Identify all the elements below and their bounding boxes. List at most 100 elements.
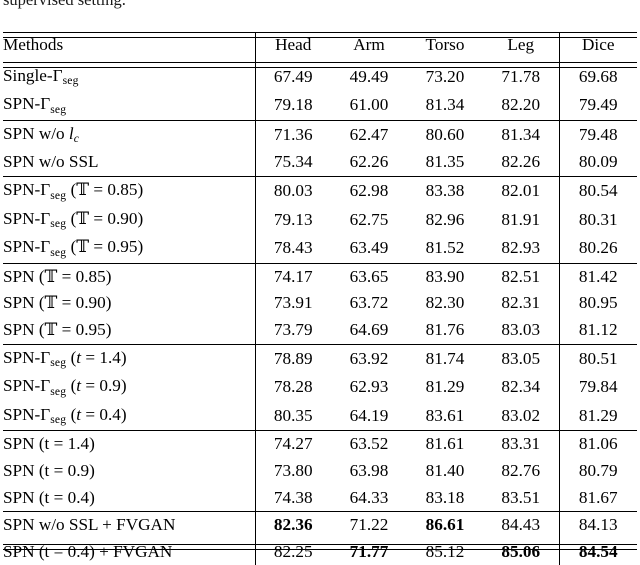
metric-cell-torso: 81.52 <box>425 238 465 258</box>
metric-cell-torso: 83.61 <box>425 405 465 425</box>
method-label: SPN-Γseg (𝕋 = 0.95) <box>3 234 256 264</box>
metric-cell-leg: 83.51 <box>501 487 541 507</box>
threshold-variable: t <box>76 347 82 367</box>
table-row: SPN-Γseg (t = 1.4) 78.89 63.92 81.74 83.05 80… <box>3 343 637 374</box>
metric-cell-torso: 81.74 <box>407 343 483 374</box>
metric-cell-head: 73.80 <box>273 460 313 480</box>
method-label: SPN w/o SSL <box>3 149 256 177</box>
method-label: SPN (t = 0.9) <box>3 457 256 485</box>
metric-cell-leg: 82.51 <box>483 262 559 291</box>
metric-cell-torso: 81.40 <box>425 460 465 480</box>
method-label: SPN (t = 1.4) <box>3 430 256 458</box>
method-label: SPN-Γseg (t = 1.4) <box>3 343 256 374</box>
metric-cell-torso: 83.90 <box>407 262 483 291</box>
metric-cell-head: 73.91 <box>273 293 313 313</box>
method-subscript: seg <box>62 74 79 88</box>
metric-cell-leg: 82.76 <box>501 460 541 480</box>
metric-cell-torso: 82.30 <box>425 293 465 313</box>
table-row: Single-Γseg 67.49 49.49 73.20 71.78 69.68 <box>3 62 637 92</box>
metric-cell-torso: 83.38 <box>407 175 483 206</box>
method-subscript: seg <box>50 102 67 116</box>
metric-cell-arm: 62.98 <box>331 175 407 206</box>
metric-cell-dice: 80.51 <box>558 343 637 374</box>
metric-cell-leg: 83.03 <box>501 319 541 339</box>
method-label: SPN-Γseg (t = 0.4) <box>3 401 256 431</box>
table-row: SPN (𝕋 = 0.90) 73.91 63.72 82.30 82.31 80.95 <box>3 290 637 317</box>
metric-cell-dice: 80.09 <box>558 149 637 177</box>
method-label: SPN-Γseg (t = 0.9) <box>3 373 256 402</box>
column-header-methods: Methods <box>3 32 256 59</box>
method-label: SPN w/o SSL + FVGAN <box>3 511 256 539</box>
method-label: SPN (𝕋 = 0.95) <box>3 316 256 345</box>
metric-cell-leg: 81.34 <box>483 119 559 150</box>
metric-cell-arm: 63.65 <box>331 262 407 291</box>
method-subscript: seg <box>50 356 67 370</box>
metric-cell-head: 79.18 <box>273 95 313 115</box>
metric-cell-dice: 79.84 <box>558 373 637 402</box>
table-row: SPN w/o lc 71.36 62.47 80.60 81.34 79.48 <box>3 119 637 150</box>
metric-cell-dice: 81.67 <box>558 484 637 512</box>
metric-cell-torso: 83.18 <box>425 487 465 507</box>
metric-cell-head: 82.25 <box>273 541 313 561</box>
cutoff-caption-text: supervised setting. <box>3 0 303 9</box>
results-table-container: Methods Head Arm Torso Leg Dice Single-Γseg 67.… <box>3 32 637 565</box>
method-label: Single-Γseg <box>3 62 256 92</box>
metric-cell-torso: 81.61 <box>407 430 483 458</box>
metric-cell-leg: 82.20 <box>501 95 541 115</box>
loss-subscript: c <box>73 132 80 146</box>
metric-cell-head: 82.36 <box>255 511 331 539</box>
table-row: SPN (t = 0.4) + FVGAN 82.25 71.77 85.12 85.0… <box>3 538 637 565</box>
method-label: SPN-Γseg (𝕋 = 0.90) <box>3 205 256 235</box>
table-row: SPN-Γseg (t = 0.9) 78.28 62.93 81.29 82.34 79… <box>3 373 637 402</box>
table-row: SPN (t = 0.9) 73.80 63.98 81.40 82.76 80.79 <box>3 457 637 485</box>
threshold-variable: t <box>76 376 82 396</box>
method-label: SPN (t = 0.4) <box>3 484 256 512</box>
metric-cell-arm: 71.77 <box>349 541 389 561</box>
metric-cell-leg: 82.93 <box>501 238 541 258</box>
metric-cell-leg: 82.34 <box>501 377 541 397</box>
table-row: SPN (t = 0.4) 74.38 64.33 83.18 83.51 81.67 <box>3 484 637 512</box>
table-row: SPN w/o SSL + FVGAN 82.36 71.22 86.61 84.43 8… <box>3 511 637 539</box>
metric-cell-dice: 79.48 <box>558 119 637 150</box>
metric-cell-arm: 49.49 <box>349 66 389 86</box>
metric-cell-arm: 64.69 <box>349 319 389 339</box>
metric-cell-leg: 81.91 <box>501 209 541 229</box>
metric-cell-dice: 84.54 <box>558 538 637 565</box>
metric-cell-head: 78.43 <box>273 238 313 258</box>
column-header-arm: Arm <box>353 35 385 54</box>
metric-cell-dice: 81.42 <box>558 262 637 291</box>
table-row: SPN-Γseg 79.18 61.00 81.34 82.20 79.49 <box>3 91 637 121</box>
table-row: SPN w/o SSL 75.34 62.26 81.35 82.26 80.09 <box>3 149 637 177</box>
table-row: SPN-Γseg (𝕋 = 0.85) 80.03 62.98 83.38 82.01 8… <box>3 175 637 206</box>
metric-cell-torso: 81.35 <box>425 152 465 172</box>
method-subscript: seg <box>50 217 67 231</box>
metric-cell-head: 73.79 <box>273 319 313 339</box>
metric-cell-torso: 85.12 <box>425 541 465 561</box>
metric-cell-dice: 79.49 <box>558 91 637 121</box>
metric-cell-dice: 80.54 <box>558 175 637 206</box>
table-row: SPN (𝕋 = 0.85) 74.17 63.65 83.90 82.51 81.42 <box>3 262 637 291</box>
loss-symbol: l <box>68 123 74 143</box>
metric-cell-arm: 61.00 <box>349 95 389 115</box>
metric-cell-arm: 64.19 <box>349 405 389 425</box>
metric-cell-torso: 86.61 <box>407 511 483 539</box>
method-label: SPN (t = 0.4) + FVGAN <box>3 538 256 565</box>
metric-cell-head: 74.38 <box>273 487 313 507</box>
metric-cell-leg: 71.78 <box>501 66 541 86</box>
table-row: SPN-Γseg (𝕋 = 0.95) 78.43 63.49 81.52 82.93 8… <box>3 234 637 264</box>
metric-cell-head: 78.89 <box>255 343 331 374</box>
method-label: SPN (𝕋 = 0.85) <box>3 262 256 291</box>
metric-cell-dice: 80.95 <box>558 290 637 317</box>
metric-cell-head: 74.27 <box>255 430 331 458</box>
metric-cell-arm: 63.52 <box>331 430 407 458</box>
metric-cell-dice: 81.12 <box>558 316 637 345</box>
column-header-leg: Leg <box>507 35 535 54</box>
table-row: SPN-Γseg (𝕋 = 0.90) 79.13 62.75 82.96 81.91 8… <box>3 205 637 235</box>
method-subscript: seg <box>50 188 67 202</box>
metric-cell-head: 67.49 <box>273 66 313 86</box>
method-subscript: seg <box>50 384 67 398</box>
metric-cell-head: 78.28 <box>273 377 313 397</box>
metric-cell-arm: 63.49 <box>349 238 389 258</box>
metric-cell-dice: 84.13 <box>558 511 637 539</box>
metric-cell-leg: 84.43 <box>483 511 559 539</box>
